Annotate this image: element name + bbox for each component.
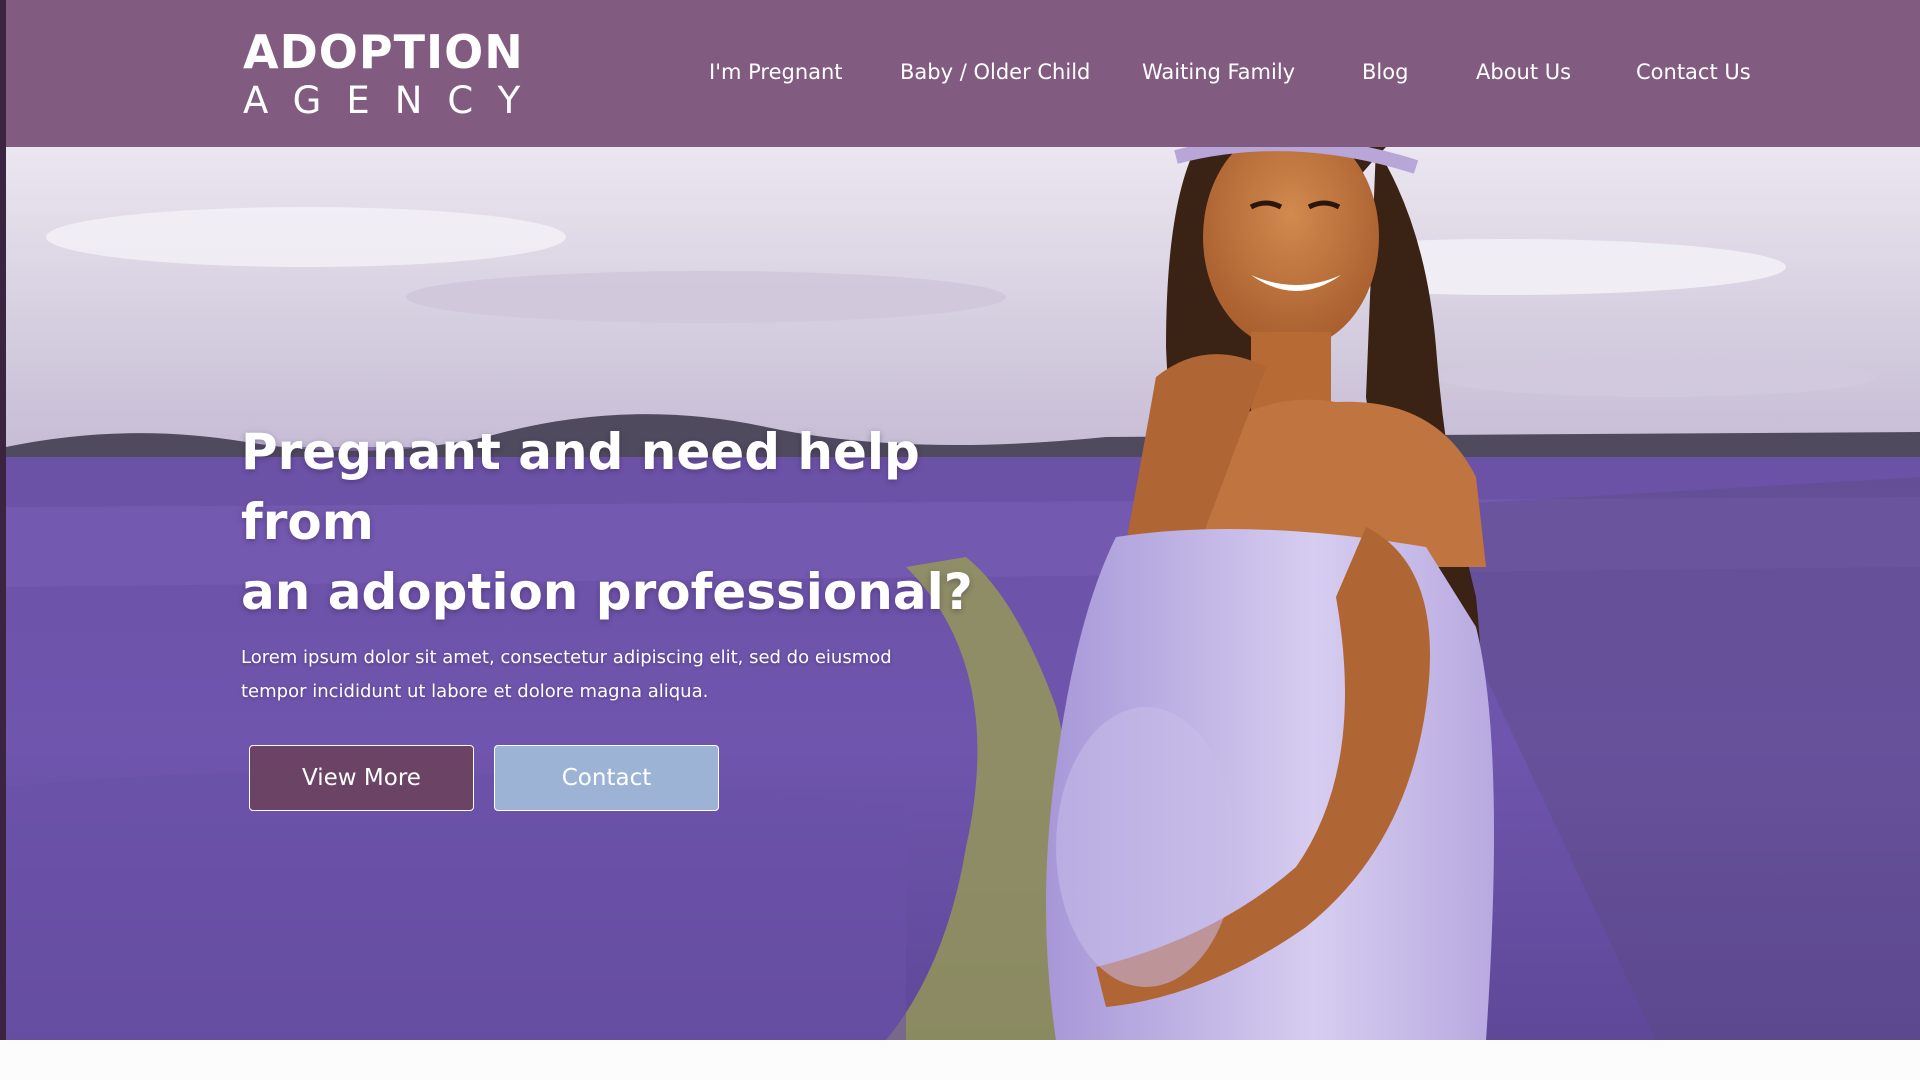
hero-description-line-2: tempor incididunt ut labore et dolore ma…: [241, 681, 709, 702]
nav-item-about-us[interactable]: About Us: [1476, 59, 1571, 85]
nav-item-contact-us[interactable]: Contact Us: [1636, 59, 1751, 85]
left-edge-strip: [0, 0, 6, 1040]
site-header: ADOPTION AGENCY I'm Pregnant Baby / Olde…: [0, 0, 1920, 147]
contact-button[interactable]: Contact: [494, 745, 719, 811]
view-more-button[interactable]: View More: [249, 745, 474, 811]
hero-buttons: View More Contact: [241, 745, 1061, 811]
hero-title-line-1: Pregnant and need help from: [241, 423, 920, 551]
main-nav: I'm Pregnant Baby / Older Child Waiting …: [0, 59, 1920, 89]
hero-description: Lorem ipsum dolor sit amet, consectetur …: [241, 641, 921, 709]
below-hero-area: [0, 1040, 1920, 1080]
hero-title: Pregnant and need help from an adoption …: [241, 417, 1061, 627]
hero-description-line-1: Lorem ipsum dolor sit amet, consectetur …: [241, 647, 892, 668]
hero-content: Pregnant and need help from an adoption …: [241, 417, 1061, 811]
nav-item-waiting-family[interactable]: Waiting Family: [1142, 59, 1295, 85]
hero-section: Pregnant and need help from an adoption …: [6, 147, 1920, 1040]
nav-item-baby-older-child[interactable]: Baby / Older Child: [900, 59, 1090, 85]
hero-title-line-2: an adoption professional?: [241, 563, 973, 621]
nav-item-im-pregnant[interactable]: I'm Pregnant: [709, 59, 843, 85]
nav-item-blog[interactable]: Blog: [1362, 59, 1408, 85]
